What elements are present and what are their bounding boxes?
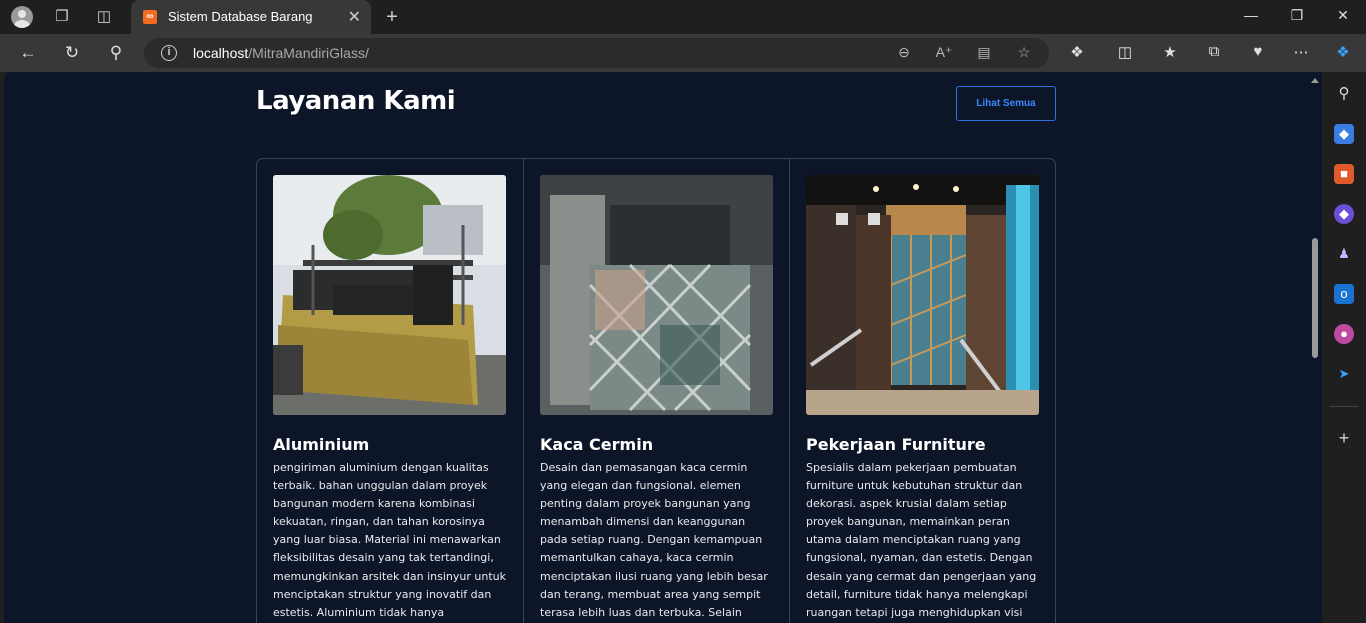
favorite-star-icon[interactable]: ☆ — [1014, 44, 1034, 61]
service-card-pekerjaan-furniture[interactable]: Pekerjaan Furniture Spesialis dalam peke… — [789, 159, 1055, 623]
back-icon[interactable]: ← — [16, 42, 40, 64]
extensions-icon[interactable]: ❖ — [1066, 43, 1088, 61]
page-scrollbar[interactable] — [1308, 72, 1322, 623]
sidebar-divider — [1330, 406, 1358, 407]
new-tab-icon[interactable]: + — [381, 7, 403, 27]
minimize-icon[interactable]: — — [1241, 7, 1261, 23]
section-title: Layanan Kami — [256, 86, 456, 116]
copilot-icon[interactable]: ❖ — [1332, 43, 1354, 61]
aluminium-truck-image — [273, 175, 506, 415]
url-path: /MitraMandiriGlass/ — [248, 45, 369, 61]
card-description: pengiriman aluminium dengan kualitas ter… — [273, 461, 506, 619]
send-icon[interactable]: ➤ — [1334, 364, 1354, 384]
profile-avatar[interactable] — [11, 6, 33, 28]
search-icon[interactable]: ⚲ — [104, 42, 128, 64]
browser-toolbar: ← ↻ ⚲ i localhost/MitraMandiriGlass/ ⊖ A… — [0, 34, 1366, 72]
add-sidebar-app-icon[interactable]: + — [1334, 428, 1354, 448]
browser-titlebar: ❐ ◫ ∞ Sistem Database Barang ✕ + — ❐ ✕ — [0, 0, 1366, 34]
page-viewport: Layanan Kami Lihat Semua Aluminium pengi… — [4, 72, 1308, 623]
card-title: Aluminium — [273, 435, 370, 454]
url-host: localhost — [193, 45, 249, 61]
services-grid: Aluminium pengiriman aluminium dengan ku… — [256, 158, 1056, 623]
tab-actions-icon[interactable]: ◫ — [93, 7, 115, 27]
xampp-favicon-icon: ∞ — [143, 10, 157, 24]
card-title: Pekerjaan Furniture — [806, 435, 986, 454]
games-icon[interactable]: ♟ — [1334, 244, 1354, 264]
read-aloud-icon[interactable]: A⁺ — [934, 44, 954, 61]
elevator-interior-image — [806, 175, 1039, 415]
scroll-thumb[interactable] — [1312, 238, 1318, 358]
sidebar-search-icon[interactable]: ⚲ — [1334, 84, 1354, 104]
copilot-sidebar-icon[interactable]: ◆ — [1334, 204, 1354, 224]
service-card-kaca-cermin[interactable]: Kaca Cermin Desain dan pemasangan kaca c… — [523, 159, 789, 623]
close-window-icon[interactable]: ✕ — [1333, 7, 1353, 24]
outlook-icon[interactable]: o — [1334, 284, 1354, 304]
shopping-tag-icon[interactable]: ◆ — [1334, 124, 1354, 144]
url-text[interactable]: localhost/MitraMandiriGlass/ — [193, 45, 369, 61]
address-bar[interactable]: i localhost/MitraMandiriGlass/ ⊖ A⁺ ▤ ☆ — [144, 38, 1049, 68]
designer-icon[interactable]: ● — [1334, 324, 1354, 344]
workspaces-icon[interactable]: ❐ — [51, 7, 73, 27]
restore-icon[interactable]: ❐ — [1287, 7, 1307, 24]
browser-essentials-icon[interactable]: ♥ — [1247, 43, 1269, 60]
tools-icon[interactable]: ■ — [1334, 164, 1354, 184]
card-description: Desain dan pemasangan kaca cermin yang e… — [540, 461, 768, 619]
more-menu-icon[interactable]: ⋯ — [1290, 43, 1312, 61]
card-title: Kaca Cermin — [540, 435, 654, 454]
see-all-button[interactable]: Lihat Semua — [956, 86, 1056, 121]
favorites-icon[interactable]: ★ — [1159, 43, 1181, 61]
close-tab-icon[interactable]: ✕ — [348, 7, 361, 27]
service-card-aluminium[interactable]: Aluminium pengiriman aluminium dengan ku… — [257, 159, 523, 623]
zoom-icon[interactable]: ⊖ — [894, 44, 914, 61]
split-screen-icon[interactable]: ◫ — [1114, 43, 1136, 61]
browser-tab[interactable]: ∞ Sistem Database Barang ✕ — [131, 0, 371, 34]
tab-title: Sistem Database Barang — [168, 9, 313, 24]
immersive-reader-icon[interactable]: ▤ — [974, 44, 994, 61]
mirror-panels-image — [540, 175, 773, 415]
scroll-up-icon[interactable] — [1311, 78, 1319, 83]
collections-icon[interactable]: ⧉ — [1203, 43, 1225, 60]
edge-sidebar: ⚲ ◆ ■ ◆ ♟ o ● ➤ + — [1322, 72, 1366, 623]
refresh-icon[interactable]: ↻ — [60, 42, 84, 64]
site-info-icon[interactable]: i — [161, 45, 177, 61]
card-description: Spesialis dalam pekerjaan pembuatan furn… — [806, 461, 1037, 619]
